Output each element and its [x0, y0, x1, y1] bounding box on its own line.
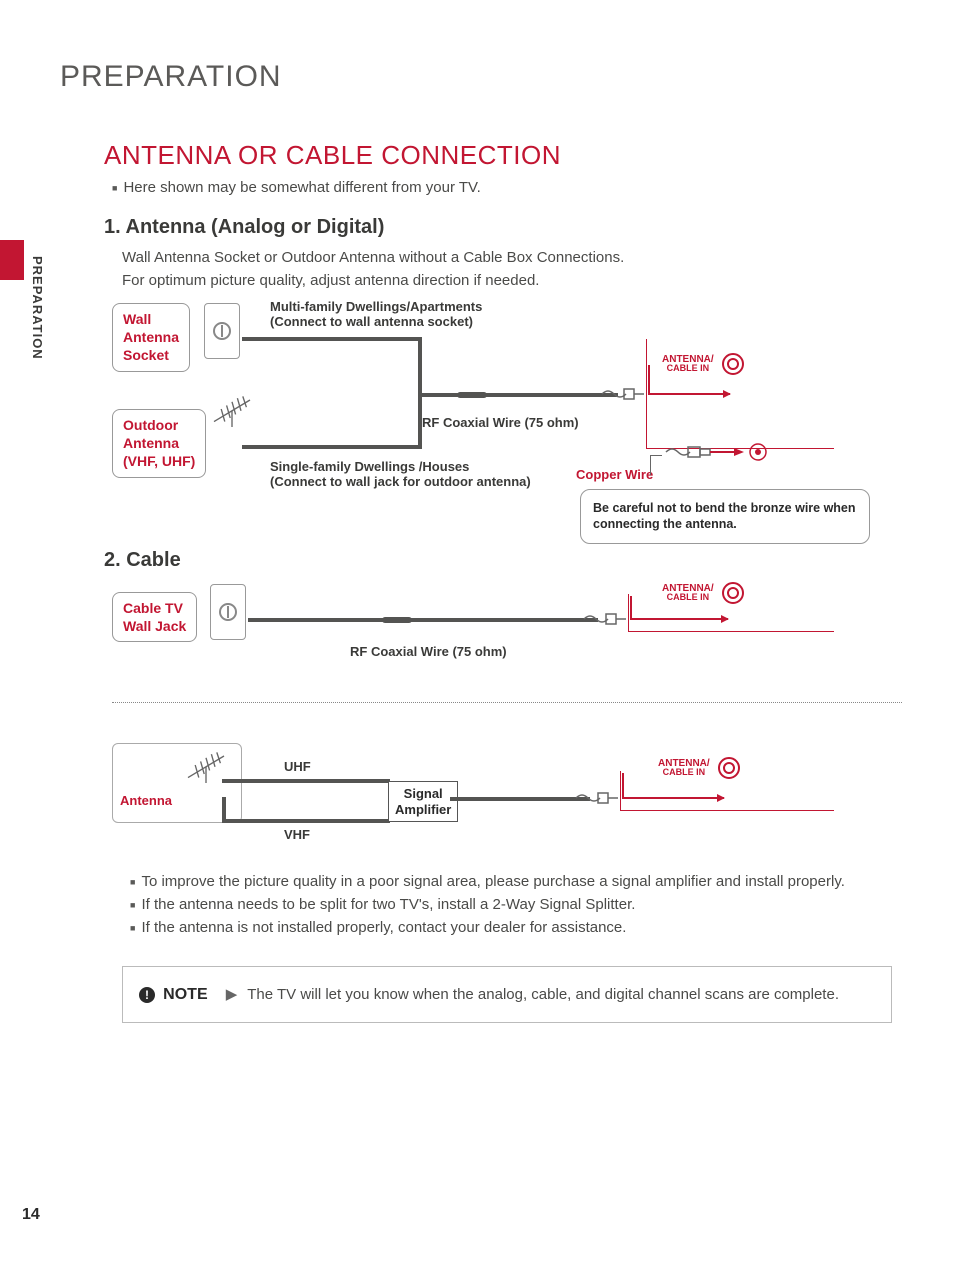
antenna-in-port-2: ANTENNA/CABLE IN: [662, 582, 744, 604]
cable-plug-icon: [582, 608, 628, 630]
antenna-in-port-1: ANTENNA/CABLE IN: [662, 353, 744, 375]
tip-3: If the antenna is not installed properly…: [130, 919, 906, 936]
label-cable-tv-jack: Cable TV Wall Jack: [112, 592, 197, 642]
page-number: 14: [22, 1206, 40, 1224]
label-single-family: Single-family Dwellings /Houses (Connect…: [270, 459, 531, 489]
page-title: PREPARATION: [60, 60, 906, 94]
label-signal-amplifier: Signal Amplifier: [388, 781, 458, 822]
label-uhf: UHF: [284, 759, 311, 774]
label-vhf: VHF: [284, 827, 310, 842]
antenna-in-label-line2: CABLE IN: [667, 592, 710, 602]
icon-wall-socket: [204, 303, 240, 359]
sidebar-section-label: PREPARATION: [30, 256, 45, 360]
diagram-amplifier: Antenna UHF VHF Signal Amplifier ANTENNA…: [112, 743, 902, 863]
sub1-p1: Wall Antenna Socket or Outdoor Antenna w…: [122, 249, 642, 266]
label-rf-wire: RF Coaxial Wire (75 ohm): [422, 415, 579, 430]
label-outdoor-antenna: Outdoor Antenna (VHF, UHF): [112, 409, 206, 478]
sub1-p2: For optimum picture quality, adjust ante…: [122, 272, 906, 289]
cable-plug-icon: [600, 383, 646, 405]
antenna-icon: [176, 747, 236, 783]
antenna-in-label-line2: CABLE IN: [663, 767, 706, 777]
cable-plug-icon: [574, 787, 620, 809]
copper-wire-icon: [664, 439, 784, 465]
subsection-1-title: 1. Antenna (Analog or Digital): [104, 216, 906, 239]
label-rf-wire-2: RF Coaxial Wire (75 ohm): [350, 644, 507, 659]
diagram-antenna: Wall Antenna Socket Outdoor Antenna (VHF…: [112, 299, 902, 519]
intro-bullet: Here shown may be somewhat different fro…: [112, 179, 906, 196]
section-title: ANTENNA OR CABLE CONNECTION: [104, 140, 906, 171]
note-box: ! NOTE ▶ The TV will let you know when t…: [122, 966, 892, 1023]
note-text: The TV will let you know when the analog…: [247, 986, 839, 1003]
tip-1: To improve the picture quality in a poor…: [130, 873, 906, 890]
subsection-2-title: 2. Cable: [104, 549, 906, 572]
triangle-icon: ▶: [226, 986, 238, 1003]
antenna-in-port-3: ANTENNA/CABLE IN: [658, 757, 740, 779]
note-label: NOTE: [163, 986, 207, 1003]
outdoor-antenna-icon: [202, 391, 262, 427]
note-icon: !: [139, 987, 155, 1003]
label-wall-antenna-socket: Wall Antenna Socket: [112, 303, 190, 372]
icon-cable-socket: [210, 584, 246, 640]
label-multi-family: Multi-family Dwellings/Apartments (Conne…: [270, 299, 482, 329]
label-antenna: Antenna: [120, 793, 172, 808]
diagram-cable: Cable TV Wall Jack RF Coaxial Wire (75 o…: [112, 582, 902, 672]
divider: [112, 702, 902, 703]
antenna-in-label-line2: CABLE IN: [667, 363, 710, 373]
label-copper-wire: Copper Wire: [576, 467, 653, 482]
accent-bar: [0, 240, 24, 280]
tip-2: If the antenna needs to be split for two…: [130, 896, 906, 913]
warning-box: Be careful not to bend the bronze wire w…: [580, 489, 870, 544]
